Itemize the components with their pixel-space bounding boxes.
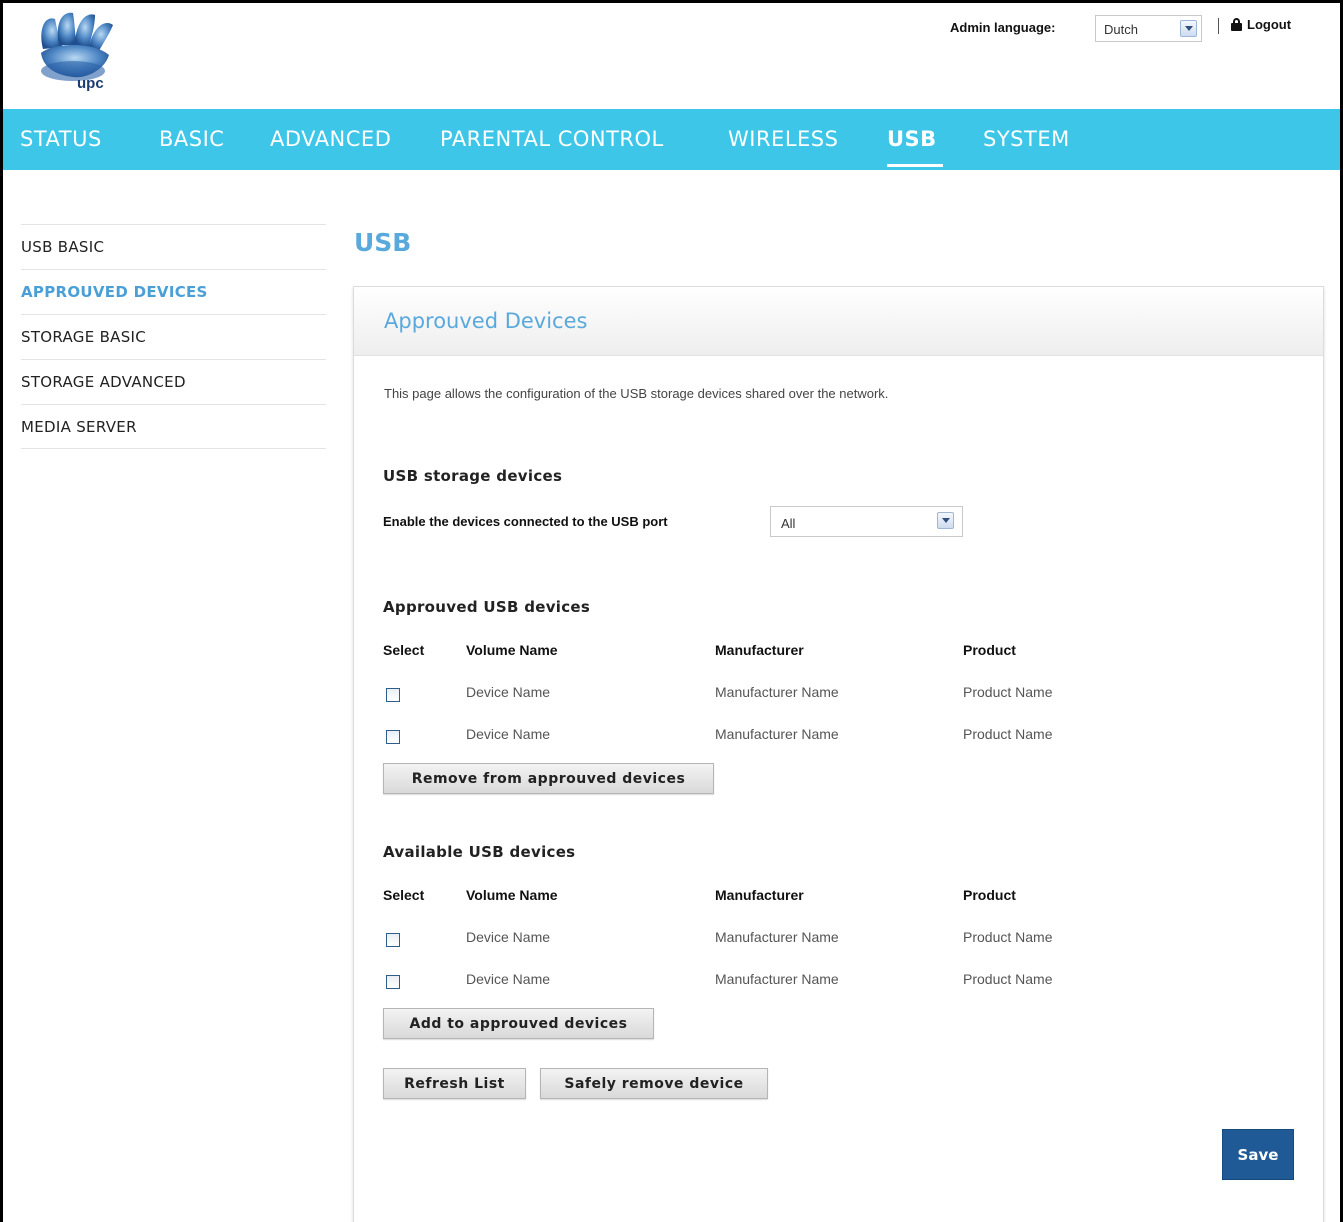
approved-row-volume: Device Name: [466, 726, 551, 742]
admin-language-value: Dutch: [1104, 22, 1138, 37]
available-header-volume: Volume Name: [466, 887, 558, 903]
available-row-checkbox[interactable]: [386, 975, 400, 989]
approved-row-manufacturer: Manufacturer Name: [715, 684, 839, 700]
refresh-list-button[interactable]: Refresh List: [383, 1068, 526, 1099]
approved-section-title: Approuved USB devices: [383, 598, 591, 616]
available-section-title: Available USB devices: [383, 843, 576, 861]
dropdown-arrow-icon[interactable]: [1180, 20, 1197, 37]
main-nav: STATUS BASIC ADVANCED PARENTAL CONTROL W…: [3, 109, 1340, 170]
sidebar: USB BASIC APPROUVED DEVICES STORAGE BASI…: [21, 224, 326, 449]
nav-system[interactable]: SYSTEM: [983, 127, 1070, 151]
available-row-product: Product Name: [963, 929, 1053, 945]
sidebar-item-media-server[interactable]: MEDIA SERVER: [21, 404, 326, 449]
nav-basic[interactable]: BASIC: [159, 127, 224, 151]
available-header-product: Product: [963, 887, 1016, 903]
approved-header-select: Select: [383, 642, 425, 658]
nav-active-underline: [887, 164, 943, 167]
nav-parental-control[interactable]: PARENTAL CONTROL: [440, 127, 664, 151]
dropdown-arrow-icon[interactable]: [937, 512, 954, 529]
sidebar-item-storage-advanced[interactable]: STORAGE ADVANCED: [21, 359, 326, 404]
logout-link[interactable]: Logout: [1231, 17, 1291, 32]
page-description: This page allows the configuration of th…: [384, 386, 889, 401]
safely-remove-device-button[interactable]: Safely remove device: [540, 1068, 768, 1099]
approved-row-checkbox[interactable]: [386, 730, 400, 744]
nav-wireless[interactable]: WIRELESS: [728, 127, 838, 151]
sidebar-item-approuved-devices[interactable]: APPROUVED DEVICES: [21, 269, 326, 314]
available-row-volume: Device Name: [466, 971, 551, 987]
available-header-manufacturer: Manufacturer: [715, 887, 804, 903]
nav-advanced[interactable]: ADVANCED: [270, 127, 391, 151]
logo-text: upc: [77, 75, 104, 92]
page-title: USB: [354, 228, 412, 257]
approved-row-checkbox[interactable]: [386, 688, 400, 702]
content-panel: Approuved Devices This page allows the c…: [353, 286, 1324, 1222]
admin-language-select[interactable]: Dutch: [1095, 15, 1202, 42]
sidebar-item-storage-basic[interactable]: STORAGE BASIC: [21, 314, 326, 359]
panel-header: Approuved Devices: [354, 287, 1323, 356]
header: upc Admin language: Dutch Logout: [3, 3, 1340, 109]
nav-status[interactable]: STATUS: [20, 127, 102, 151]
storage-section-title: USB storage devices: [383, 467, 563, 485]
approved-row-manufacturer: Manufacturer Name: [715, 726, 839, 742]
nav-usb[interactable]: USB: [887, 127, 937, 151]
logout-label: Logout: [1247, 17, 1292, 32]
remove-from-approved-button[interactable]: Remove from approuved devices: [383, 763, 714, 794]
save-button[interactable]: Save: [1222, 1129, 1294, 1180]
approved-header-product: Product: [963, 642, 1016, 658]
add-to-approved-button[interactable]: Add to approuved devices: [383, 1008, 654, 1039]
approved-header-manufacturer: Manufacturer: [715, 642, 804, 658]
available-row-manufacturer: Manufacturer Name: [715, 929, 839, 945]
sidebar-item-usb-basic[interactable]: USB BASIC: [21, 224, 326, 269]
header-separator: [1218, 18, 1219, 34]
approved-header-volume: Volume Name: [466, 642, 558, 658]
available-row-checkbox[interactable]: [386, 933, 400, 947]
approved-row-product: Product Name: [963, 684, 1053, 700]
lock-icon: [1231, 18, 1242, 31]
admin-language-label: Admin language:: [950, 20, 1056, 35]
enable-devices-label: Enable the devices connected to the USB …: [383, 514, 668, 529]
available-row-volume: Device Name: [466, 929, 551, 945]
available-row-product: Product Name: [963, 971, 1053, 987]
approved-row-volume: Device Name: [466, 684, 551, 700]
enable-devices-value: All: [781, 516, 796, 531]
available-header-select: Select: [383, 887, 425, 903]
available-row-manufacturer: Manufacturer Name: [715, 971, 839, 987]
enable-devices-select[interactable]: All: [770, 506, 963, 537]
approved-row-product: Product Name: [963, 726, 1053, 742]
panel-title: Approuved Devices: [384, 309, 588, 333]
